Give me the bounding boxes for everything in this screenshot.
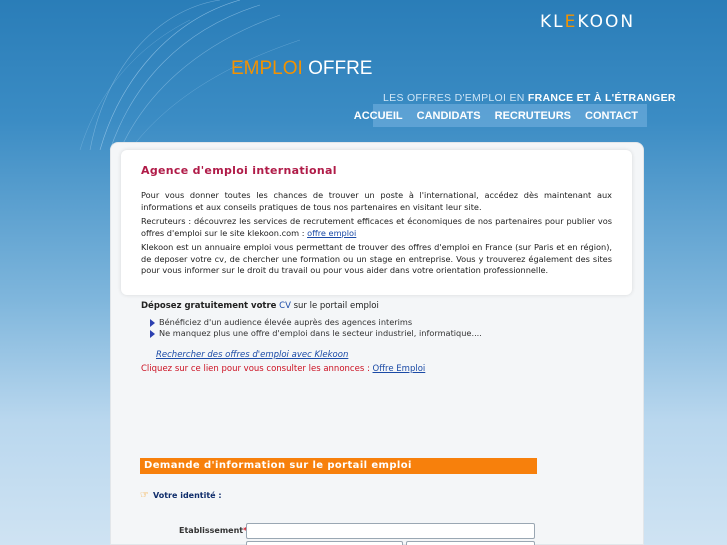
deposez-bold: Déposez gratuitement votre [141, 301, 277, 311]
tagline-prefix: LES OFFRES D'EMPLOI EN [383, 92, 528, 104]
bullet-text: Ne manquez plus une offre d'emploi dans … [159, 328, 482, 338]
offre-emploi-link[interactable]: offre emploi [307, 228, 356, 238]
intro-content: Agence d'emploi international Pour vous … [141, 164, 612, 280]
logo-text-accent: E [564, 12, 578, 32]
site-title-offre: OFFRE [302, 58, 373, 79]
klekoon-logo[interactable]: KLEKOON [540, 12, 635, 32]
nav-candidats[interactable]: CANDIDATS [417, 110, 481, 122]
bullet-text: Bénéficiez d'un audience élevée auprès d… [159, 317, 413, 327]
benefits-list: Bénéficiez d'un audience élevée auprès d… [150, 317, 621, 339]
search-link-row: Rechercher des offres d'emploi avec Klek… [156, 350, 621, 360]
form-title-bar: Demande d'information sur le portail emp… [140, 458, 537, 474]
etablissement-input[interactable] [246, 523, 535, 539]
main-nav: ACCUEIL CANDIDATS RECRUTEURS CONTACT [354, 104, 647, 127]
form-input-partial[interactable] [246, 541, 403, 545]
etablissement-label: Etablissement* [179, 526, 247, 535]
bullet-arrow-icon [150, 329, 155, 338]
identity-label: Votre identité : [152, 491, 222, 500]
site-title: EMPLOI OFFRE [231, 58, 372, 80]
deposez-section: Déposez gratuitement votre CV sur le por… [141, 301, 621, 374]
form-input-partial[interactable] [406, 541, 535, 545]
offre-emploi-link-2[interactable]: Offre Emploi [373, 364, 426, 374]
identity-heading: ☞ Votre identité : [140, 490, 222, 501]
deposez-rest: sur le portail emploi [290, 301, 379, 311]
etablissement-label-text: Etablissement [179, 526, 244, 535]
pointing-hand-icon: ☞ [140, 490, 149, 501]
intro-paragraph-1: Pour vous donner toutes les chances de t… [141, 190, 612, 212]
page-heading: Agence d'emploi international [141, 164, 337, 177]
tagline: LES OFFRES D'EMPLOI EN FRANCE ET À L'ÉTR… [383, 92, 676, 104]
nav-recruteurs[interactable]: RECRUTEURS [495, 110, 571, 122]
intro-paragraph-2: Recruteurs : découvrez les services de r… [141, 216, 612, 239]
logo-text-end: KOON [577, 12, 636, 32]
deposez-cv: CV [279, 301, 291, 311]
nav-contact[interactable]: CONTACT [585, 110, 638, 122]
nav-accueil[interactable]: ACCUEIL [354, 110, 403, 122]
list-item: Bénéficiez d'un audience élevée auprès d… [150, 317, 621, 328]
site-title-emploi: EMPLOI [231, 58, 303, 79]
deposez-line: Déposez gratuitement votre CV sur le por… [141, 301, 621, 311]
click-text: Cliquez sur ce lien pour vous consulter … [141, 364, 373, 374]
list-item: Ne manquez plus une offre d'emploi dans … [150, 328, 621, 339]
tagline-highlight: FRANCE ET À L'ÉTRANGER [527, 92, 676, 104]
logo-text-main: KL [540, 12, 565, 32]
search-offers-link[interactable]: Rechercher des offres d'emploi avec Klek… [156, 350, 348, 360]
intro-paragraph-2-text: Recruteurs : découvrez les services de r… [141, 216, 612, 238]
click-line: Cliquez sur ce lien pour vous consulter … [141, 364, 621, 374]
bullet-arrow-icon [150, 318, 155, 327]
intro-paragraph-3: Klekoon est un annuaire emploi vous perm… [141, 242, 612, 275]
